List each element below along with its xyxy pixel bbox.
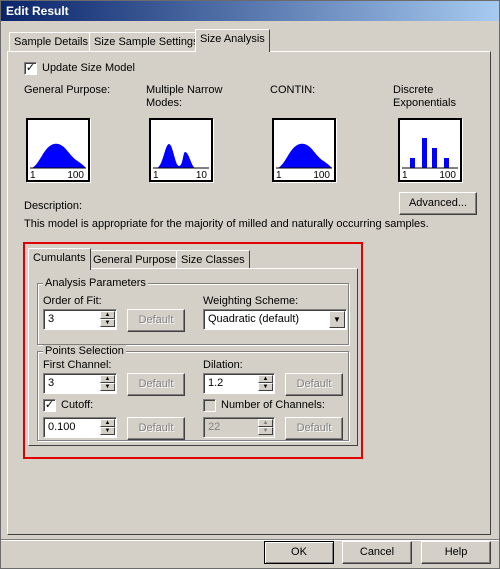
tab-size-analysis[interactable]: Size Analysis bbox=[195, 29, 270, 52]
general-purpose-model-button[interactable]: 1 100 bbox=[26, 118, 90, 182]
advanced-button[interactable]: Advanced... bbox=[399, 192, 477, 215]
multiple-narrow-modes-label: Multiple Narrow Modes: bbox=[146, 84, 223, 109]
tab-size-sample-settings[interactable]: Size Sample Settings bbox=[89, 32, 204, 52]
window-title: Edit Result bbox=[1, 1, 499, 21]
update-size-model-label: Update Size Model bbox=[42, 62, 135, 74]
ok-button[interactable]: OK bbox=[264, 541, 334, 564]
tab-cumulants[interactable]: Cumulants bbox=[28, 248, 91, 270]
highlight-box bbox=[23, 242, 363, 459]
description-label: Description: bbox=[24, 200, 83, 212]
multiple-narrow-modes-model-button[interactable]: 1 10 bbox=[149, 118, 213, 182]
contin-model-button[interactable]: 1 100 bbox=[272, 118, 336, 182]
general-purpose-label: General Purpose: bbox=[24, 84, 111, 96]
discrete-exponentials-label: Discrete Exponentials bbox=[393, 84, 456, 109]
discrete-exponentials-model-button[interactable]: 1 100 bbox=[398, 118, 462, 182]
tab-sample-details[interactable]: Sample Details bbox=[9, 32, 93, 52]
update-size-model-checkbox[interactable]: ✓ bbox=[24, 62, 37, 75]
help-button[interactable]: Help bbox=[421, 541, 491, 564]
description-text: This model is appropriate for the majori… bbox=[24, 218, 429, 230]
contin-label: CONTIN: bbox=[270, 84, 316, 96]
edit-result-window: Edit Result Sample Details Size Sample S… bbox=[0, 0, 500, 569]
size-analysis-panel: ✓ Update Size Model General Purpose: Mul… bbox=[7, 51, 491, 535]
cancel-button[interactable]: Cancel bbox=[342, 541, 412, 564]
